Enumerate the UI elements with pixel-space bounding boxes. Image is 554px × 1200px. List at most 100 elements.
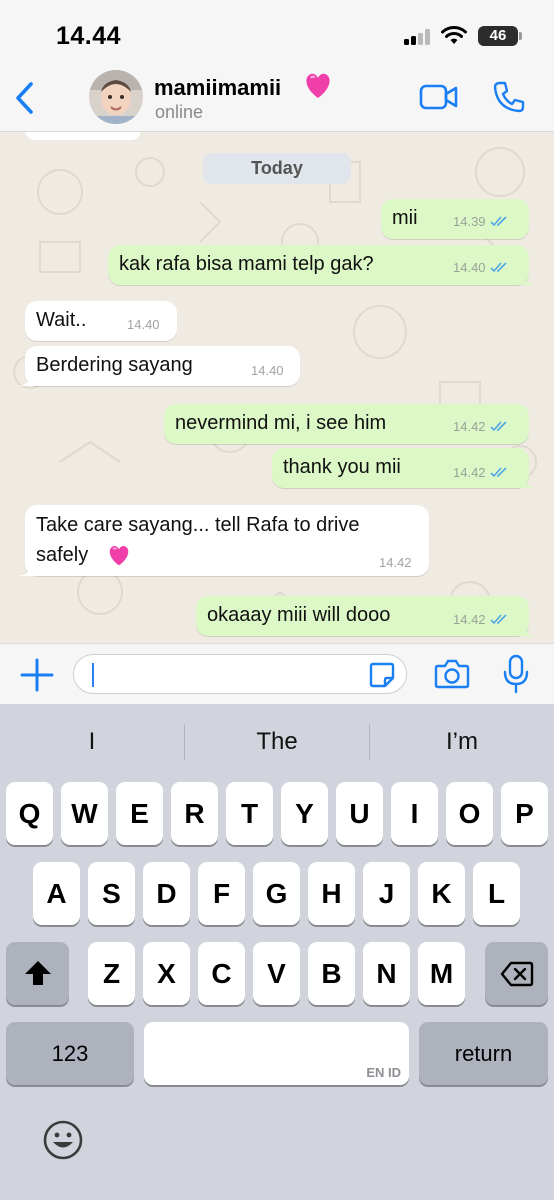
key-i[interactable]: I xyxy=(391,782,438,845)
emoji-icon[interactable] xyxy=(42,1119,84,1161)
message-text: Take care sayang... tell Rafa to drive xyxy=(36,514,360,536)
key-b[interactable]: B xyxy=(308,942,355,1005)
date-separator: Today xyxy=(203,153,351,184)
contact-name[interactable]: mamiimamii xyxy=(154,75,281,101)
message-meta: 14.40 xyxy=(251,363,284,378)
text-cursor xyxy=(92,663,94,687)
key-e[interactable]: E xyxy=(116,782,163,845)
bubble-tail xyxy=(18,560,34,576)
message-text: mii xyxy=(392,207,418,229)
key-w[interactable]: W xyxy=(61,782,108,845)
message-time: 14.40 xyxy=(453,260,486,275)
key-n[interactable]: N xyxy=(363,942,410,1005)
double-check-icon xyxy=(489,467,507,478)
message-meta: 14.39 xyxy=(453,214,508,229)
battery-icon: 46 xyxy=(478,26,522,46)
bubble-tail xyxy=(520,620,536,636)
key-o[interactable]: O xyxy=(446,782,493,845)
message-time: 14.42 xyxy=(453,419,486,434)
message-time: 14.40 xyxy=(127,317,160,332)
chat-area[interactable]: Today mii 14.39 kak rafa bisa mami telp … xyxy=(0,132,554,643)
message-input-bar xyxy=(0,643,554,704)
key-a[interactable]: A xyxy=(33,862,80,925)
message-input[interactable] xyxy=(73,654,407,694)
message-text: kak rafa bisa mami telp gak? xyxy=(119,253,374,275)
double-check-icon xyxy=(489,421,507,432)
avatar[interactable] xyxy=(89,70,143,124)
double-check-icon xyxy=(489,216,507,227)
key-c[interactable]: C xyxy=(198,942,245,1005)
message-outgoing[interactable]: thank you mii 14.42 xyxy=(272,448,536,488)
message-text-line2: safely xyxy=(36,544,89,566)
suggestion-1[interactable]: I xyxy=(0,720,184,764)
key-x[interactable]: X xyxy=(143,942,190,1005)
key-j[interactable]: J xyxy=(363,862,410,925)
plus-icon[interactable] xyxy=(19,657,55,693)
double-check-icon xyxy=(489,262,507,273)
key-q[interactable]: Q xyxy=(6,782,53,845)
key-d[interactable]: D xyxy=(143,862,190,925)
double-check-icon xyxy=(489,614,507,625)
phone-icon[interactable] xyxy=(492,80,526,114)
message-time: 14.42 xyxy=(379,555,412,570)
key-k[interactable]: K xyxy=(418,862,465,925)
camera-icon[interactable] xyxy=(434,658,470,690)
key-u[interactable]: U xyxy=(336,782,383,845)
key-y[interactable]: Y xyxy=(281,782,328,845)
key-r[interactable]: R xyxy=(171,782,218,845)
return-key[interactable]: return xyxy=(419,1022,548,1085)
key-t[interactable]: T xyxy=(226,782,273,845)
message-incoming[interactable]: Take care sayang... tell Rafa to drive s… xyxy=(18,505,429,576)
contact-status: online xyxy=(155,102,204,122)
message-meta: 14.42 xyxy=(379,555,412,570)
message-time: 14.39 xyxy=(453,214,486,229)
pink-heart-emoji xyxy=(109,546,129,566)
video-call-icon[interactable] xyxy=(419,84,459,110)
chevron-left-icon[interactable] xyxy=(10,80,40,116)
message-meta: 14.42 xyxy=(453,465,508,480)
wifi-icon xyxy=(441,26,467,44)
backspace-key[interactable] xyxy=(485,942,548,1005)
key-v[interactable]: V xyxy=(253,942,300,1005)
status-bar: 14.44 46 xyxy=(0,0,554,66)
key-f[interactable]: F xyxy=(198,862,245,925)
key-g[interactable]: G xyxy=(253,862,300,925)
cellular-signal-icon xyxy=(404,29,434,45)
shift-icon xyxy=(24,961,51,985)
bubble-tail xyxy=(520,269,536,285)
backspace-icon xyxy=(500,961,533,987)
key-s[interactable]: S xyxy=(88,862,135,925)
previous-message-bubble xyxy=(25,132,141,140)
message-outgoing[interactable]: kak rafa bisa mami telp gak? 14.40 xyxy=(108,245,536,285)
suggestion-3[interactable]: I’m xyxy=(370,720,554,764)
space-key[interactable]: EN ID xyxy=(144,1022,409,1085)
message-text: Wait.. xyxy=(36,309,87,331)
message-meta: 14.42 xyxy=(453,419,508,434)
bubble-tail xyxy=(18,370,34,386)
message-outgoing[interactable]: nevermind mi, i see him 14.42 xyxy=(164,404,529,444)
message-time: 14.40 xyxy=(251,363,284,378)
key-l[interactable]: L xyxy=(473,862,520,925)
message-outgoing[interactable]: mii 14.39 xyxy=(381,199,529,239)
message-incoming[interactable]: Wait.. 14.40 xyxy=(25,301,177,341)
chat-header: mamiimamii online xyxy=(0,66,554,132)
status-time: 14.44 xyxy=(56,22,122,50)
sticker-icon[interactable] xyxy=(369,662,395,688)
microphone-icon[interactable] xyxy=(501,654,531,694)
suggestion-2[interactable]: The xyxy=(185,720,369,764)
key-z[interactable]: Z xyxy=(88,942,135,1005)
bubble-tail xyxy=(520,472,536,488)
key-m[interactable]: M xyxy=(418,942,465,1005)
shift-key[interactable] xyxy=(6,942,69,1005)
key-h[interactable]: H xyxy=(308,862,355,925)
space-language-label: EN ID xyxy=(366,1065,401,1080)
message-text: okaaay miii will dooo xyxy=(207,604,391,626)
message-outgoing[interactable]: okaaay miii will dooo 14.42 xyxy=(196,596,536,636)
numbers-key[interactable]: 123 xyxy=(6,1022,134,1085)
message-time: 14.42 xyxy=(453,465,486,480)
message-text: Berdering sayang xyxy=(36,354,193,376)
message-incoming[interactable]: Berdering sayang 14.40 xyxy=(18,346,300,386)
pink-heart-emoji xyxy=(306,73,330,98)
key-p[interactable]: P xyxy=(501,782,548,845)
message-time: 14.42 xyxy=(453,612,486,627)
